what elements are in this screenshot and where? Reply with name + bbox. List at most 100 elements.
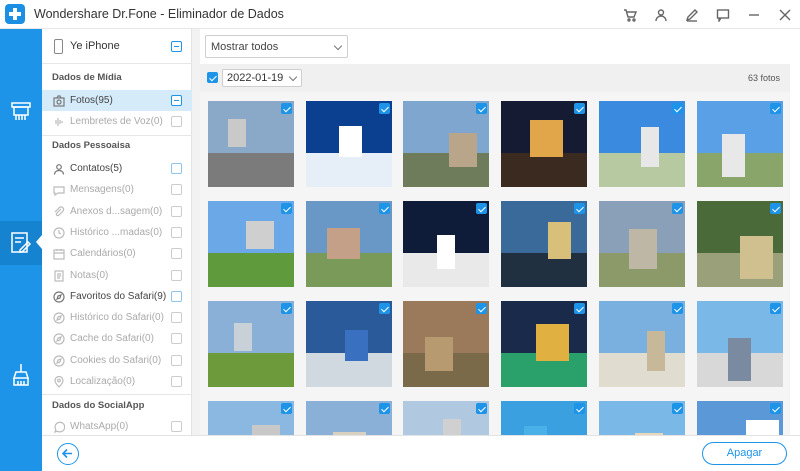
device-checkbox[interactable] [171,41,182,52]
attachment-icon [53,205,65,217]
photo-checkbox[interactable] [671,303,683,314]
photo-thumbnail[interactable] [208,201,294,287]
photo-checkbox[interactable] [769,303,781,314]
category-label: Contatos(5) [70,163,123,174]
private-data-eraser-icon[interactable] [0,221,42,265]
category-checkbox[interactable] [171,163,182,174]
category-item[interactable]: Localização(0) [42,371,192,392]
photo-thumbnail[interactable] [208,401,294,435]
photo-thumbnail[interactable] [598,101,685,187]
photo-checkbox[interactable] [476,103,488,114]
category-item[interactable]: Calendários(0) [42,243,192,264]
date-group-checkbox[interactable] [207,72,218,83]
photo-checkbox[interactable] [281,203,292,214]
photo-checkbox[interactable] [671,103,683,114]
photo-checkbox[interactable] [769,403,781,414]
photo-thumbnail[interactable] [696,201,783,287]
back-button[interactable] [57,443,79,465]
photo-building [326,228,360,259]
photo-checkbox[interactable] [769,103,781,114]
erase-button[interactable]: Apagar [702,442,787,465]
photo-thumbnail[interactable] [305,301,392,387]
photo-checkbox[interactable] [574,303,586,314]
category-item[interactable]: Cookies do Safari(0) [42,350,192,371]
category-item[interactable]: Histórico do Safari(0) [42,307,192,328]
photo-thumbnail[interactable] [305,401,392,435]
whatsapp-icon [53,420,66,434]
safari-cache-icon [53,332,65,345]
section-personal-title: Dados Pessoaisa [52,140,131,151]
user-icon[interactable] [645,0,676,29]
mode-sidebar [0,29,42,471]
photo-thumbnail[interactable] [403,101,490,187]
photo-thumbnail[interactable] [501,201,588,287]
category-checkbox [171,312,182,324]
photo-thumbnail[interactable] [696,101,783,187]
photo-checkbox[interactable] [378,403,390,414]
photo-building [739,236,773,279]
photo-building [640,127,659,167]
category-label: Anexos d...sagem(0) [70,205,163,217]
photo-thumbnail[interactable] [696,401,783,435]
photo-thumbnail[interactable] [598,301,685,387]
filter-dropdown[interactable]: Mostrar todos [205,35,348,58]
category-item[interactable]: Cache do Safari(0) [42,328,192,349]
photo-checkbox[interactable] [671,203,683,214]
photo-checkbox[interactable] [476,203,488,214]
photo-thumbnail[interactable] [403,301,490,387]
device-row[interactable]: Ye iPhone [42,29,192,64]
photo-thumbnail[interactable] [305,201,392,287]
photo-thumbnail[interactable] [501,101,588,187]
eraser-icon[interactable] [0,88,42,132]
photo-thumbnail[interactable] [501,301,588,387]
photo-thumbnail[interactable] [598,201,685,287]
photo-checkbox[interactable] [574,203,586,214]
category-label: Histórico ...madas(0) [70,226,163,238]
photo-checkbox[interactable] [378,103,390,114]
category-item[interactable]: WhatsApp(0) [42,416,192,437]
category-item[interactable]: Fotos(95) [42,90,192,111]
category-item[interactable]: Notas(0) [42,265,192,286]
category-item[interactable]: Contatos(5) [42,158,192,179]
minimize-icon[interactable] [738,0,769,29]
photo-ground [208,152,294,187]
photo-thumbnail[interactable] [696,301,783,387]
location-icon [53,375,65,388]
close-icon[interactable] [769,0,800,29]
photo-thumbnail[interactable] [208,301,294,387]
photo-thumbnail[interactable] [403,201,490,287]
notes-icon [53,269,65,282]
photo-thumbnail[interactable] [305,101,392,187]
category-item[interactable]: Anexos d...sagem(0) [42,201,192,222]
category-item[interactable]: Histórico ...madas(0) [42,222,192,243]
title-bar: Wondershare Dr.Fone - Eliminador de Dado… [0,0,800,29]
device-name: Ye iPhone [70,40,120,52]
category-item[interactable]: Lembretes de Voz(0) [42,111,192,132]
photo-thumbnail[interactable] [501,401,588,435]
photo-checkbox[interactable] [476,403,488,414]
photo-thumbnail[interactable] [208,101,294,187]
photo-checkbox[interactable] [671,403,683,414]
space-saver-icon[interactable] [0,353,42,397]
photo-thumbnail[interactable] [598,401,685,435]
cart-icon[interactable] [614,0,645,29]
category-item[interactable]: Mensagens(0) [42,179,192,200]
photo-checkbox[interactable] [378,303,390,314]
photo-checkbox[interactable] [378,203,390,214]
feedback-icon[interactable] [707,0,738,29]
date-dropdown[interactable]: 2022-01-19 [222,69,302,87]
category-checkbox [171,205,182,217]
category-item[interactable]: Favoritos do Safari(9) [42,286,192,307]
photo-checkbox[interactable] [574,403,586,414]
category-checkbox[interactable] [171,95,182,106]
photo-thumbnail[interactable] [403,401,490,435]
photo-checkbox[interactable] [281,303,292,314]
edit-icon[interactable] [676,0,707,29]
photo-checkbox[interactable] [574,103,586,114]
category-checkbox[interactable] [171,290,182,302]
photo-checkbox[interactable] [769,203,781,214]
photo-checkbox[interactable] [281,103,292,114]
photo-checkbox[interactable] [476,303,488,314]
photo-checkbox[interactable] [281,403,292,414]
photo-ground [208,252,294,287]
